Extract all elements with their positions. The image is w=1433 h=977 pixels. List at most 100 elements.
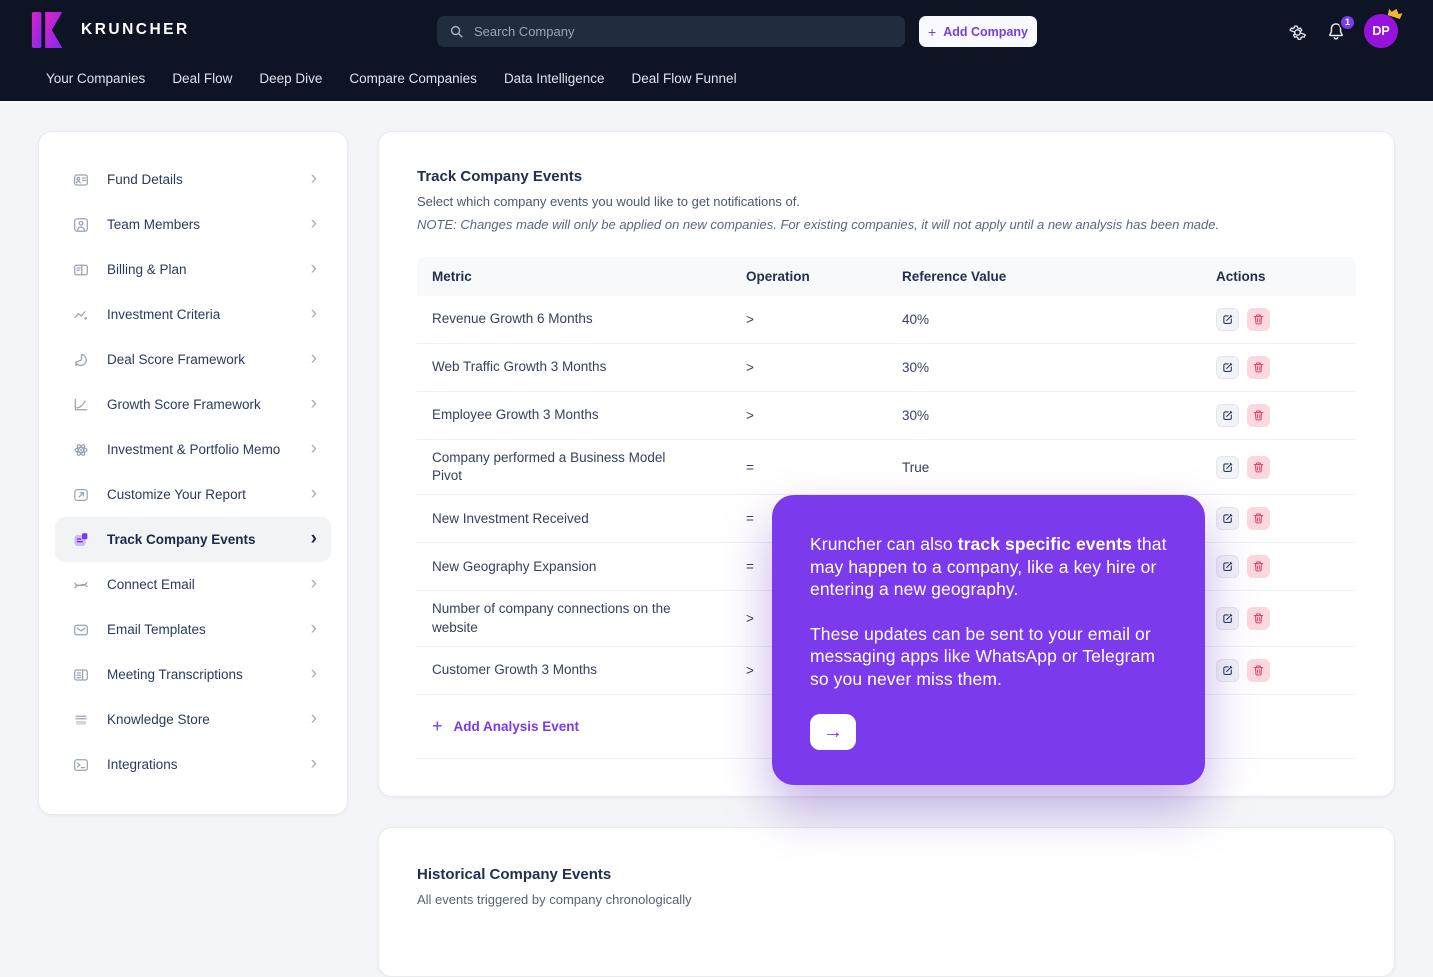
sidebar-item-label: Meeting Transcriptions — [107, 667, 311, 682]
nav-link-your-companies[interactable]: Your Companies — [46, 71, 145, 86]
sidebar-item-meeting-transcriptions[interactable]: Meeting Transcriptions› — [55, 652, 331, 697]
edit-button[interactable] — [1216, 308, 1239, 331]
credit-card-icon — [73, 262, 89, 278]
sidebar-item-label: Fund Details — [107, 172, 311, 187]
brand[interactable]: KRUNCHER — [30, 11, 190, 49]
company-search[interactable] — [437, 16, 905, 47]
user-icon — [73, 217, 89, 233]
cell-metric: New Investment Received — [432, 501, 746, 537]
kruncher-logo-icon — [30, 11, 68, 49]
sidebar-item-email-templates[interactable]: Email Templates› — [55, 607, 331, 652]
delete-button[interactable] — [1247, 308, 1270, 331]
delete-button[interactable] — [1247, 356, 1270, 379]
settings-gear-icon[interactable] — [1284, 19, 1310, 45]
nav-link-data-intelligence[interactable]: Data Intelligence — [504, 71, 605, 86]
nav-link-deal-flow-funnel[interactable]: Deal Flow Funnel — [632, 71, 737, 86]
sidebar-item-growth-score-framework[interactable]: Growth Score Framework› — [55, 382, 331, 427]
trash-icon — [1252, 612, 1265, 625]
header-cell-actions: Actions — [1216, 269, 1356, 284]
edit-button[interactable] — [1216, 607, 1239, 630]
terminal-icon — [73, 757, 89, 773]
table-header: MetricOperationReference ValueActions — [417, 257, 1356, 296]
notification-badge: 1 — [1339, 14, 1356, 31]
cell-metric: Revenue Growth 6 Months — [432, 301, 746, 337]
cell-metric: Company performed a Business Model Pivot — [432, 440, 746, 494]
tooltip-paragraph-1: Kruncher can also track specific events … — [810, 533, 1171, 601]
track-events-icon — [73, 532, 89, 548]
history-title: Historical Company Events — [417, 866, 1356, 883]
trash-icon — [1252, 461, 1265, 474]
add-company-button[interactable]: + Add Company — [919, 16, 1037, 47]
tooltip-next-button[interactable]: → — [810, 714, 856, 750]
tooltip-text: Kruncher can also — [810, 534, 958, 554]
atom-icon — [73, 442, 89, 458]
trash-icon — [1252, 409, 1265, 422]
sidebar-item-integrations[interactable]: Integrations› — [55, 742, 331, 787]
sidebar-item-track-company-events[interactable]: Track Company Events› — [55, 517, 331, 562]
sidebar-item-label: Growth Score Framework — [107, 397, 311, 412]
delete-button[interactable] — [1247, 555, 1270, 578]
chevron-right-icon: › — [311, 574, 317, 596]
sidebar-item-customize-your-report[interactable]: Customize Your Report› — [55, 472, 331, 517]
sidebar-item-label: Connect Email — [107, 577, 311, 592]
user-avatar[interactable]: DP — [1364, 14, 1398, 48]
signature-icon — [73, 577, 89, 593]
sidebar-item-team-members[interactable]: Team Members› — [55, 202, 331, 247]
trash-icon — [1252, 512, 1265, 525]
cell-reference: True — [902, 460, 1216, 475]
edit-icon — [1221, 409, 1234, 422]
notifications-bell-icon[interactable]: 1 — [1323, 19, 1349, 45]
sidebar-item-investment-criteria[interactable]: Investment Criteria› — [55, 292, 331, 337]
sidebar-item-fund-details[interactable]: Fund Details› — [55, 157, 331, 202]
header-cell-metric: Metric — [432, 269, 746, 284]
table-row: Revenue Growth 6 Months>40% — [417, 296, 1356, 344]
delete-button[interactable] — [1247, 507, 1270, 530]
chevron-right-icon: › — [311, 259, 317, 281]
report-icon — [73, 487, 89, 503]
edit-icon — [1221, 612, 1234, 625]
cell-metric: Customer Growth 3 Months — [432, 652, 746, 688]
line-chart-icon — [73, 397, 89, 413]
edit-icon — [1221, 361, 1234, 374]
search-icon — [449, 24, 464, 39]
search-input[interactable] — [474, 24, 893, 39]
cell-reference: 40% — [902, 312, 1216, 327]
edit-button[interactable] — [1216, 356, 1239, 379]
sidebar-item-deal-score-framework[interactable]: Deal Score Framework› — [55, 337, 331, 382]
edit-button[interactable] — [1216, 555, 1239, 578]
cell-metric: Employee Growth 3 Months — [432, 397, 746, 433]
trash-icon — [1252, 361, 1265, 374]
cell-actions — [1216, 404, 1356, 427]
sidebar-item-label: Customize Your Report — [107, 487, 311, 502]
onboarding-tooltip: Kruncher can also track specific events … — [772, 495, 1205, 785]
cell-metric: Web Traffic Growth 3 Months — [432, 349, 746, 385]
page-subtitle: Select which company events you would li… — [417, 194, 1356, 209]
sidebar-item-label: Deal Score Framework — [107, 352, 311, 367]
edit-button[interactable] — [1216, 507, 1239, 530]
delete-button[interactable] — [1247, 607, 1270, 630]
edit-button[interactable] — [1216, 659, 1239, 682]
chevron-right-icon: › — [311, 169, 317, 191]
cell-metric: New Geography Expansion — [432, 549, 746, 585]
sidebar-item-billing-plan[interactable]: Billing & Plan› — [55, 247, 331, 292]
delete-button[interactable] — [1247, 456, 1270, 479]
nav-link-deal-flow[interactable]: Deal Flow — [172, 71, 232, 86]
sidebar-item-label: Investment Criteria — [107, 307, 311, 322]
delete-button[interactable] — [1247, 404, 1270, 427]
score-pie-icon — [73, 352, 89, 368]
edit-button[interactable] — [1216, 456, 1239, 479]
add-company-label: Add Company — [943, 25, 1028, 39]
sidebar-item-investment-portfolio-memo[interactable]: Investment & Portfolio Memo› — [55, 427, 331, 472]
arrow-right-icon: → — [823, 721, 843, 744]
cell-actions — [1216, 356, 1356, 379]
edit-icon — [1221, 461, 1234, 474]
nav-link-deep-dive[interactable]: Deep Dive — [259, 71, 322, 86]
edit-button[interactable] — [1216, 404, 1239, 427]
edit-icon — [1221, 313, 1234, 326]
delete-button[interactable] — [1247, 659, 1270, 682]
sidebar-item-knowledge-store[interactable]: Knowledge Store› — [55, 697, 331, 742]
cell-actions — [1216, 308, 1356, 331]
sidebar-item-label: Integrations — [107, 757, 311, 772]
sidebar-item-connect-email[interactable]: Connect Email› — [55, 562, 331, 607]
nav-link-compare-companies[interactable]: Compare Companies — [349, 71, 477, 86]
